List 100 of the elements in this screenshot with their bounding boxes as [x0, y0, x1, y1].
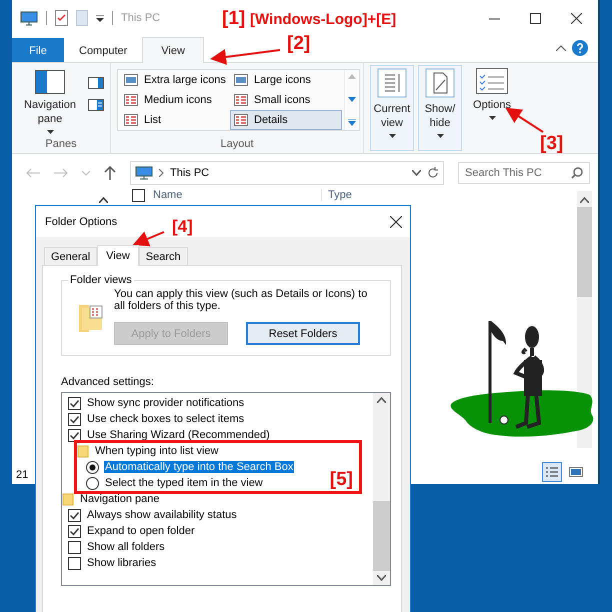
annotation-label: [3]	[540, 133, 564, 155]
checkbox[interactable]	[68, 428, 81, 442]
view-button[interactable]	[542, 462, 562, 482]
search-field[interactable]: Search This PC	[458, 162, 590, 184]
dropdown-icon[interactable]	[96, 14, 104, 22]
checkbox-label: Always show availability status	[86, 509, 238, 521]
columns-icon	[377, 68, 407, 98]
page-icon	[425, 68, 455, 98]
computer-icon	[20, 10, 38, 26]
layout-option[interactable]: Medium icons	[120, 90, 230, 110]
folder-icon	[78, 302, 104, 332]
scrollbar-thumb[interactable]	[373, 501, 390, 571]
layout-option[interactable]: Details	[230, 110, 342, 130]
column-header[interactable]: Type	[321, 189, 352, 201]
ribbon-button[interactable]: Options	[466, 65, 518, 151]
setting-group-label: When typing into list view	[94, 445, 220, 457]
setting-group-label: Navigation pane	[79, 493, 161, 505]
preview-pane-icon[interactable]	[88, 77, 104, 89]
dialog-tab[interactable]: View	[97, 245, 139, 266]
radio-button[interactable]	[86, 460, 99, 474]
radio-button[interactable]	[86, 476, 99, 490]
checkbox[interactable]	[68, 524, 81, 538]
address-bar[interactable]: This PC	[130, 161, 444, 185]
group-label: Panes	[44, 138, 78, 152]
ribbon-tab[interactable]: Computer	[64, 38, 142, 62]
checkbox[interactable]	[132, 188, 145, 202]
folder-icon	[62, 492, 74, 506]
scroll-up-icon[interactable]	[377, 397, 386, 403]
close-icon[interactable]	[571, 12, 582, 24]
checkbox[interactable]	[68, 508, 81, 522]
checkbox[interactable]	[68, 540, 81, 554]
scroll-down-icon[interactable]	[377, 575, 386, 581]
dialog-button[interactable]: Reset Folders	[246, 322, 360, 345]
scrollbar-thumb[interactable]	[577, 207, 592, 297]
caret-icon	[388, 134, 396, 138]
checklist-icon	[55, 10, 68, 26]
maximize-icon[interactable]	[530, 12, 541, 24]
checkbox-label: Show all folders	[86, 541, 166, 553]
details-pane-icon[interactable]	[88, 99, 104, 111]
help-icon[interactable]	[572, 40, 588, 56]
checkbox-label: Show libraries	[86, 557, 158, 569]
checkbox[interactable]	[68, 412, 81, 426]
ribbon-button[interactable]: Show/ hide	[418, 65, 462, 151]
refresh-icon[interactable]	[427, 167, 439, 179]
view-icon	[124, 74, 138, 86]
caret-icon	[436, 134, 444, 138]
layout-option[interactable]: Small icons	[230, 90, 342, 110]
folder-views-text: You can apply this view (such as Details or Icons) to all folders of this type.	[114, 288, 368, 312]
radio-label: Select the typed item in the view	[104, 477, 264, 489]
view-icon	[234, 94, 248, 106]
section-label: Advanced settings:	[61, 376, 155, 388]
view-icon	[234, 114, 248, 126]
annotation-arrow	[132, 231, 164, 246]
dropdown-icon[interactable]	[412, 170, 421, 176]
annotation-label: [Windows-Logo]+[E]	[250, 11, 396, 28]
layout-option[interactable]: Large icons	[230, 70, 342, 90]
annotation-arrow	[210, 49, 280, 65]
checkbox-label: Use Sharing Wizard (Recommended)	[86, 429, 271, 441]
checkbox-label: Use check boxes to select items	[86, 413, 246, 425]
group-title: Folder views	[69, 274, 133, 286]
view-icon	[234, 74, 248, 86]
navigation-pane-button[interactable]: Navigation pane	[18, 67, 82, 138]
up-arrow-icon[interactable]	[104, 166, 116, 180]
details-view-icon	[545, 466, 559, 478]
caret-icon	[46, 130, 54, 134]
window-title: This PC	[121, 12, 160, 24]
search-icon	[571, 167, 583, 179]
annotation-label: [4]	[172, 217, 193, 237]
document-icon	[76, 10, 88, 26]
computer-icon	[135, 166, 153, 180]
layout-option[interactable]: List	[120, 110, 230, 130]
caret-icon	[488, 116, 496, 120]
chevron-icon	[159, 169, 164, 177]
annotation-label: [5]	[330, 469, 353, 491]
dialog-tab[interactable]: General	[44, 247, 98, 265]
scroll-up-icon[interactable]	[580, 197, 589, 203]
ribbon-tab[interactable]: File	[12, 38, 64, 62]
item-count: 21	[16, 469, 28, 481]
checkbox[interactable]	[68, 396, 81, 410]
scroll-down-icon[interactable]	[348, 96, 356, 102]
ribbon-button[interactable]: Current view	[370, 65, 414, 151]
close-icon[interactable]	[390, 216, 402, 228]
folder-icon	[77, 444, 89, 458]
annotation-label: [1]	[222, 8, 246, 30]
checkbox[interactable]	[68, 556, 81, 570]
dialog-tab[interactable]: Search	[138, 247, 188, 265]
scroll-up-icon[interactable]	[99, 197, 108, 203]
checkbox-label: Show sync provider notifications	[86, 397, 246, 409]
view-icon	[124, 114, 138, 126]
radio-label: Automatically type into the Search Box	[104, 461, 294, 473]
ribbon-tab[interactable]: View	[142, 37, 204, 63]
address-text: This PC	[170, 167, 210, 179]
annotation-label: [2]	[287, 33, 310, 55]
layout-option[interactable]: Extra large icons	[120, 70, 230, 90]
collapse-ribbon-icon[interactable]	[556, 45, 566, 51]
checkbox-label: Expand to open folder	[86, 525, 196, 537]
expand-gallery-icon[interactable]	[348, 119, 356, 126]
options-icon	[476, 68, 508, 94]
column-header[interactable]: Name	[153, 189, 313, 201]
dialog-title: Folder Options	[45, 216, 118, 228]
